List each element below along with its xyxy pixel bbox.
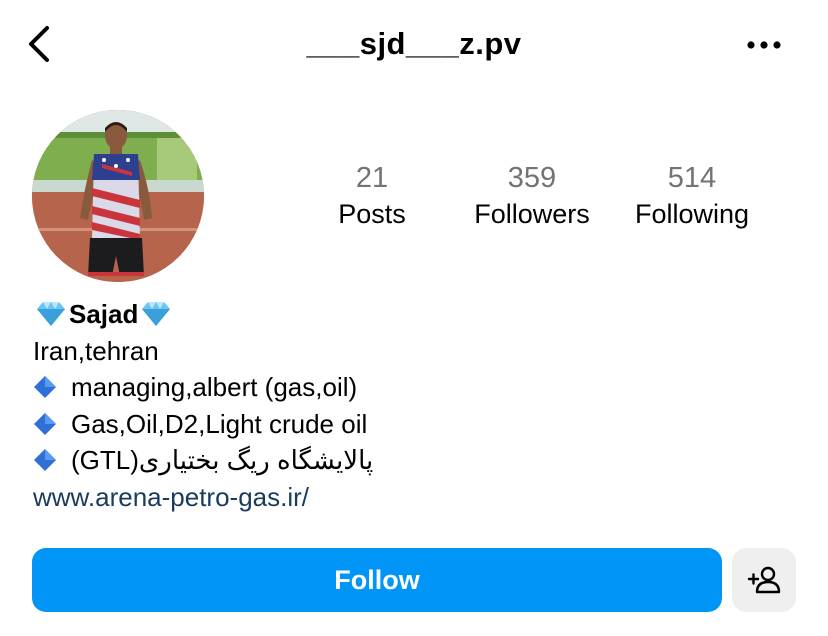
- blue-diamond-icon: [34, 449, 56, 472]
- stat-posts-label: Posts: [338, 199, 406, 229]
- stat-posts-count: 21: [355, 162, 389, 194]
- more-horizontal-icon: [747, 41, 781, 49]
- profile-display-name: Sajad: [69, 299, 139, 329]
- bio-location: Iran,tehran: [33, 335, 159, 366]
- bio-line-1-text: managing,albert (gas,oil): [71, 372, 358, 402]
- stat-followers-label: Followers: [474, 199, 590, 229]
- stat-following-count: 514: [667, 162, 717, 194]
- more-options-button[interactable]: [744, 30, 784, 60]
- profile-bio: Sajad Iran,tehran managing,albert (gas,o…: [33, 296, 733, 515]
- follow-button[interactable]: Follow: [32, 548, 722, 612]
- bio-website-link[interactable]: www.arena-petro-gas.ir/: [33, 479, 733, 516]
- stat-posts[interactable]: 21 Posts: [292, 160, 452, 232]
- bio-name-line: Sajad: [33, 296, 733, 333]
- bio-line-1: managing,albert (gas,oil): [33, 369, 733, 406]
- profile-username: ___sjd___z.pv: [306, 26, 522, 61]
- add-person-icon: [747, 566, 781, 594]
- bio-line-2-text: Gas,Oil,D2,Light crude oil: [71, 408, 368, 439]
- bio-line-2: Gas,Oil,D2,Light crude oil: [33, 406, 733, 443]
- stat-following-label: Following: [634, 199, 750, 229]
- profile-page: ___sjd___z.pv 21 Posts 359 Followers 514…: [0, 0, 828, 636]
- gem-icon: [37, 302, 65, 327]
- avatar-photo: [32, 110, 204, 282]
- gem-icon: [142, 302, 171, 327]
- blue-diamond-icon: [34, 376, 56, 399]
- stat-following[interactable]: 514 Following: [612, 160, 772, 232]
- bio-line-3: پالایشگاه ریگ بختیاری(GTL): [33, 442, 733, 479]
- stat-followers[interactable]: 359 Followers: [452, 160, 612, 232]
- suggested-accounts-button[interactable]: [732, 548, 796, 612]
- bio-line-3-text: پالایشگاه ریگ بختیاری(GTL): [71, 445, 374, 475]
- profile-avatar[interactable]: [32, 110, 204, 282]
- stat-followers-count: 359: [507, 162, 557, 194]
- blue-diamond-icon: [34, 412, 56, 435]
